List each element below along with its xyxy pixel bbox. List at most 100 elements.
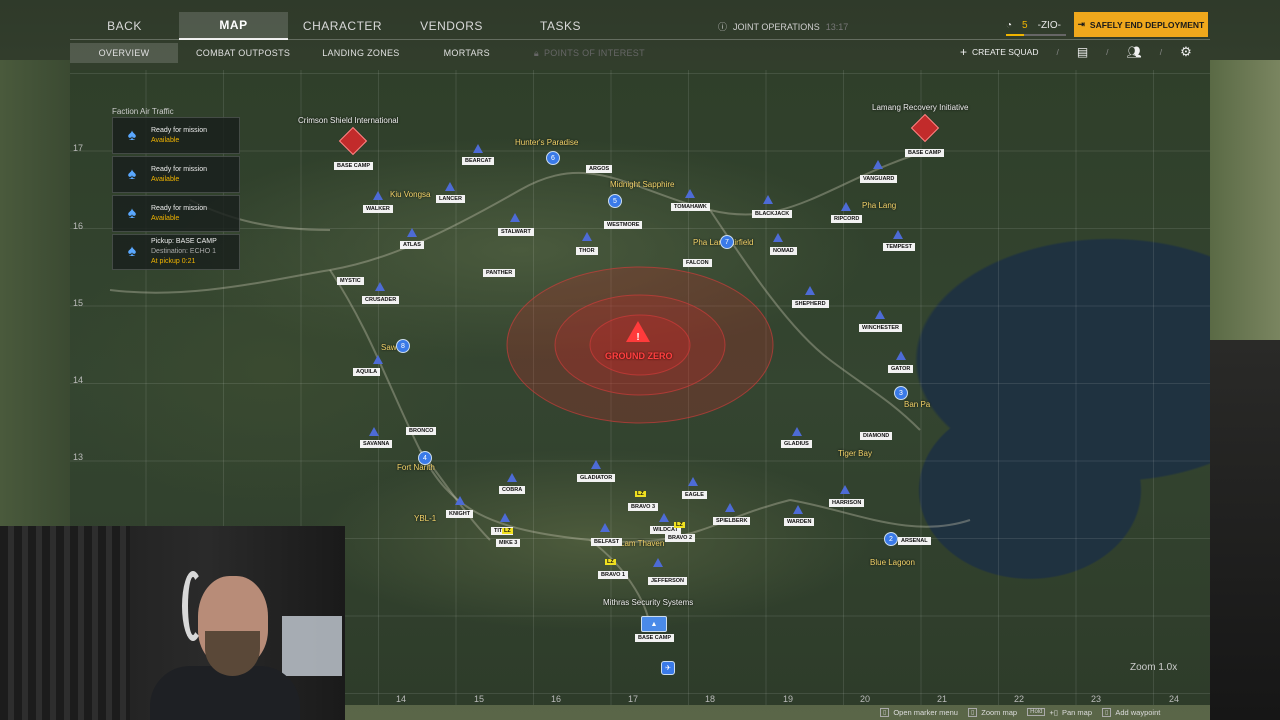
tab-map[interactable]: MAP: [179, 12, 288, 40]
outpost-label[interactable]: AQUILA: [353, 368, 381, 376]
outpost-marker-icon[interactable]: [725, 503, 735, 512]
outpost-label[interactable]: PANTHER: [483, 269, 516, 277]
subtab-landing-zones[interactable]: LANDING ZONES: [308, 43, 413, 63]
outpost-label[interactable]: MIKE 3: [496, 539, 521, 547]
landing-zone-tag[interactable]: LZ: [635, 491, 646, 497]
outpost-label[interactable]: HARRISON: [829, 499, 865, 507]
squad-icon[interactable]: 👥︎: [1127, 45, 1142, 59]
outpost-label[interactable]: WARDEN: [784, 518, 815, 526]
outpost-marker-icon[interactable]: [473, 144, 483, 153]
outpost-label[interactable]: BASE CAMP: [334, 162, 374, 170]
outpost-marker-icon[interactable]: [841, 202, 851, 211]
outpost-label[interactable]: BRAVO 1: [598, 571, 629, 579]
outpost-label[interactable]: LANCER: [436, 195, 465, 203]
landing-zone-tag[interactable]: LZ: [605, 559, 616, 565]
outpost-marker-icon[interactable]: [659, 513, 669, 522]
outpost-label[interactable]: RIPCORD: [831, 215, 863, 223]
air-traffic-card[interactable]: ♠ Ready for mission Available: [112, 156, 240, 193]
tab-character[interactable]: CHARACTER: [288, 12, 397, 40]
outpost-marker-icon[interactable]: [840, 485, 850, 494]
outpost-label[interactable]: FALCON: [683, 259, 712, 267]
outpost-marker-icon[interactable]: [805, 286, 815, 295]
outpost-label[interactable]: BASE CAMP: [905, 149, 945, 157]
squad-pin-icon[interactable]: 8: [396, 339, 410, 353]
squad-pin-icon[interactable]: 7: [720, 235, 734, 249]
outpost-label[interactable]: STALWART: [498, 228, 534, 236]
outpost-label[interactable]: BEARCAT: [462, 157, 495, 165]
outpost-label[interactable]: KNIGHT: [446, 510, 474, 518]
outpost-label[interactable]: ARSENAL: [898, 537, 931, 545]
outpost-marker-icon[interactable]: [500, 513, 510, 522]
tab-tasks[interactable]: TASKS: [506, 12, 615, 40]
outpost-label[interactable]: VANGUARD: [860, 175, 898, 183]
outpost-marker-icon[interactable]: [369, 427, 379, 436]
outpost-marker-icon[interactable]: [873, 160, 883, 169]
outpost-label[interactable]: BRAVO 3: [628, 503, 659, 511]
outpost-label[interactable]: GLADIATOR: [577, 474, 616, 482]
outpost-label[interactable]: SAVANNA: [360, 440, 393, 448]
outpost-label[interactable]: SHEPHERD: [792, 300, 829, 308]
outpost-marker-icon[interactable]: [375, 282, 385, 291]
chat-icon[interactable]: ▤: [1077, 45, 1088, 59]
outpost-label[interactable]: EAGLE: [682, 491, 707, 499]
safely-end-deployment-button[interactable]: ⇥ SAFELY END DEPLOYMENT: [1074, 12, 1208, 37]
outpost-marker-icon[interactable]: [510, 213, 520, 222]
outpost-label[interactable]: WESTMORE: [604, 221, 643, 229]
outpost-marker-icon[interactable]: [688, 477, 698, 486]
subtab-combat-outposts[interactable]: COMBAT OUTPOSTS: [182, 43, 304, 63]
helicopter-icon[interactable]: ✈: [661, 661, 675, 675]
settings-gear-icon[interactable]: ⚙: [1180, 44, 1192, 60]
air-traffic-card[interactable]: ♠ Pickup: BASE CAMP Destination: ECHO 1 At…: [112, 234, 240, 270]
outpost-label[interactable]: WALKER: [363, 205, 393, 213]
outpost-label[interactable]: ARGOS: [586, 165, 613, 173]
outpost-label[interactable]: NOMAD: [770, 247, 797, 255]
outpost-marker-icon[interactable]: [896, 351, 906, 360]
outpost-label[interactable]: TEMPEST: [883, 243, 915, 251]
create-squad-button[interactable]: CREATE SQUAD: [972, 47, 1038, 57]
outpost-marker-icon[interactable]: [445, 182, 455, 191]
outpost-marker-icon[interactable]: [792, 427, 802, 436]
squad-pin-icon[interactable]: 4: [418, 451, 432, 465]
landing-zone-tag[interactable]: LZ: [502, 528, 513, 534]
air-traffic-card[interactable]: ♠ Ready for mission Available: [112, 117, 240, 154]
tab-vendors[interactable]: VENDORS: [397, 12, 506, 40]
outpost-label[interactable]: CRUSADER: [362, 296, 400, 304]
outpost-marker-icon[interactable]: [591, 460, 601, 469]
outpost-label[interactable]: MYSTIC: [337, 277, 364, 285]
subtab-mortars[interactable]: MORTARS: [418, 43, 516, 63]
outpost-label[interactable]: TOMAHAWK: [671, 203, 710, 211]
outpost-label[interactable]: DIAMOND: [860, 432, 893, 440]
outpost-marker-icon[interactable]: [893, 230, 903, 239]
squad-pin-icon[interactable]: 5: [608, 194, 622, 208]
outpost-label[interactable]: BLACKJACK: [752, 210, 793, 218]
squad-pin-icon[interactable]: 3: [894, 386, 908, 400]
outpost-marker-icon[interactable]: [507, 473, 517, 482]
outpost-label[interactable]: JEFFERSON: [648, 577, 688, 585]
outpost-label[interactable]: COBRA: [499, 486, 526, 494]
outpost-label[interactable]: ATLAS: [400, 241, 424, 249]
outpost-marker-icon[interactable]: [407, 228, 417, 237]
outpost-marker-icon[interactable]: [763, 195, 773, 204]
outpost-marker-icon[interactable]: [875, 310, 885, 319]
outpost-label[interactable]: SPIELBERK: [713, 517, 751, 525]
outpost-marker-icon[interactable]: [600, 523, 610, 532]
outpost-label[interactable]: BRAVO 2: [665, 534, 696, 542]
outpost-marker-icon[interactable]: [793, 505, 803, 514]
outpost-marker-icon[interactable]: [455, 496, 465, 505]
outpost-label[interactable]: GATOR: [888, 365, 914, 373]
player-position-icon[interactable]: ▲: [641, 616, 667, 632]
outpost-label[interactable]: BRONCO: [406, 427, 437, 435]
air-traffic-card[interactable]: ♠ Ready for mission Available: [112, 195, 240, 232]
landing-zone-tag[interactable]: LZ: [674, 522, 685, 528]
outpost-marker-icon[interactable]: [373, 191, 383, 200]
outpost-label[interactable]: BASE CAMP: [635, 634, 675, 642]
outpost-label[interactable]: GLADIUS: [781, 440, 812, 448]
outpost-marker-icon[interactable]: [653, 558, 663, 567]
outpost-marker-icon[interactable]: [773, 233, 783, 242]
tab-back[interactable]: BACK: [70, 12, 179, 40]
outpost-label[interactable]: WINCHESTER: [859, 324, 902, 332]
outpost-marker-icon[interactable]: [373, 355, 383, 364]
outpost-label[interactable]: THOR: [576, 247, 598, 255]
outpost-marker-icon[interactable]: [582, 232, 592, 241]
outpost-label[interactable]: BELFAST: [591, 538, 623, 546]
